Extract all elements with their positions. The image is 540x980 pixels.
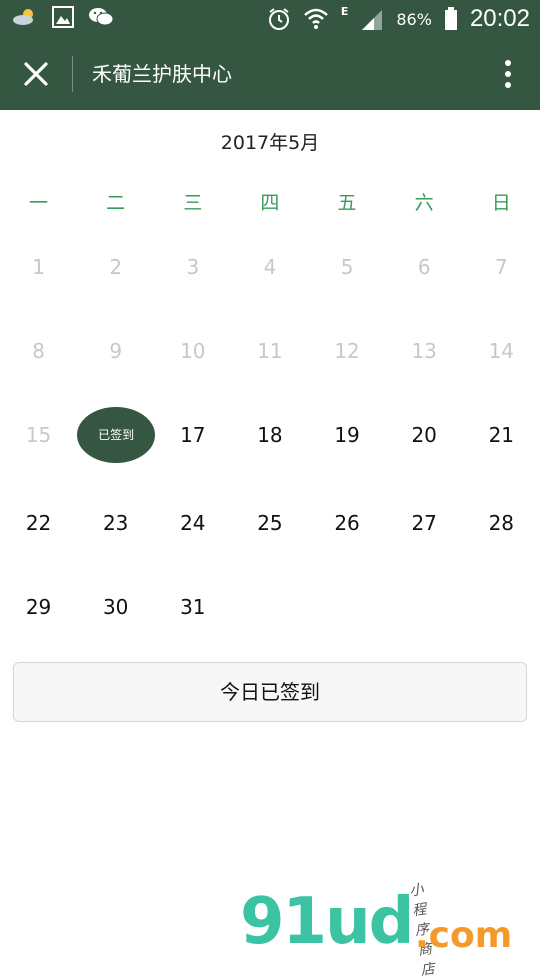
calendar-day[interactable]: 19	[309, 420, 386, 476]
calendar-day[interactable]: 27	[386, 508, 463, 538]
calendar-week-row: 8 9 10 11 12 13 14	[0, 336, 540, 366]
calendar-day[interactable]: 28	[463, 508, 540, 538]
calendar-day[interactable]: 25	[231, 508, 308, 538]
calendar-day[interactable]: 1	[0, 252, 77, 282]
calendar-day[interactable]: 5	[309, 252, 386, 282]
calendar-day[interactable]: 31	[154, 592, 231, 622]
calendar-day[interactable]: 7	[463, 252, 540, 282]
clock: 20:02	[469, 5, 530, 32]
calendar-day[interactable]: 30	[77, 592, 154, 622]
calendar-day[interactable]: 8	[0, 336, 77, 366]
page-title: 禾葡兰护肤中心	[92, 62, 232, 86]
watermark-logo-text: 91ud	[240, 885, 414, 959]
calendar-day[interactable]: 10	[154, 336, 231, 366]
calendar-day[interactable]: 2	[77, 252, 154, 282]
calendar-week-row: 29 30 31	[0, 592, 540, 622]
calendar-day-signed[interactable]: 已签到	[77, 407, 156, 476]
calendar-day[interactable]: 15	[0, 420, 77, 476]
notification-icons	[12, 6, 114, 28]
calendar-week-row: 15 已签到 17 18 19 20 21	[0, 407, 540, 476]
calendar-day[interactable]: 24	[154, 508, 231, 538]
calendar-day[interactable]: 14	[463, 336, 540, 366]
calendar-day[interactable]: 23	[77, 508, 154, 538]
calendar-day[interactable]: 22	[0, 508, 77, 538]
sign-in-button[interactable]: 今日已签到	[13, 662, 527, 722]
more-vertical-icon[interactable]	[498, 58, 518, 90]
calendar-day[interactable]: 4	[231, 252, 308, 282]
battery-icon	[444, 7, 457, 30]
calendar-day[interactable]: 17	[154, 420, 231, 476]
calendar-day[interactable]: 11	[231, 336, 308, 366]
calendar-day[interactable]: 13	[386, 336, 463, 366]
signal-icon	[362, 10, 383, 30]
calendar-day[interactable]: 21	[463, 420, 540, 476]
calendar-day[interactable]: 26	[309, 508, 386, 538]
weather-icon	[13, 9, 33, 25]
calendar-day[interactable]: 9	[77, 336, 154, 366]
weekday-label: 三	[183, 192, 203, 214]
weekday-label: 六	[414, 192, 434, 214]
watermark-logo: 91ud 小程序商店 .com	[240, 881, 512, 979]
status-bar: E 86% 20:02	[0, 0, 540, 38]
calendar-day[interactable]: 12	[309, 336, 386, 366]
weekday-label: 日	[491, 192, 511, 214]
battery-percentage: 86%	[396, 9, 432, 29]
calendar-day[interactable]: 18	[231, 420, 308, 476]
watermark-domain: .com	[415, 915, 513, 956]
system-icons: E 86% 20:02	[267, 0, 530, 38]
close-icon[interactable]	[20, 58, 52, 90]
wechat-icon	[89, 8, 114, 26]
gallery-icon	[52, 6, 74, 28]
signed-in-badge: 已签到	[77, 407, 156, 463]
calendar-day[interactable]: 3	[154, 252, 231, 282]
wifi-icon	[304, 8, 328, 29]
weekday-header: 一 二 三 四 五 六 日	[0, 188, 540, 215]
weekday-label: 一	[29, 192, 49, 214]
calendar-week-row: 1234567	[0, 252, 540, 282]
calendar-month-title: 2017年5月	[220, 132, 320, 154]
calendar-week-row: 22 23 24 25 26 27 28	[0, 508, 540, 538]
calendar-day[interactable]: 6	[386, 252, 463, 282]
calendar-day[interactable]: 20	[386, 420, 463, 476]
network-type-label: E	[340, 4, 349, 18]
calendar-day[interactable]: 29	[0, 592, 77, 622]
nav-bar: 禾葡兰护肤中心	[0, 38, 540, 110]
nav-divider	[72, 56, 73, 92]
weekday-label: 五	[337, 192, 357, 214]
alarm-icon	[268, 8, 289, 30]
weekday-label: 四	[260, 192, 280, 214]
weekday-label: 二	[106, 192, 126, 214]
